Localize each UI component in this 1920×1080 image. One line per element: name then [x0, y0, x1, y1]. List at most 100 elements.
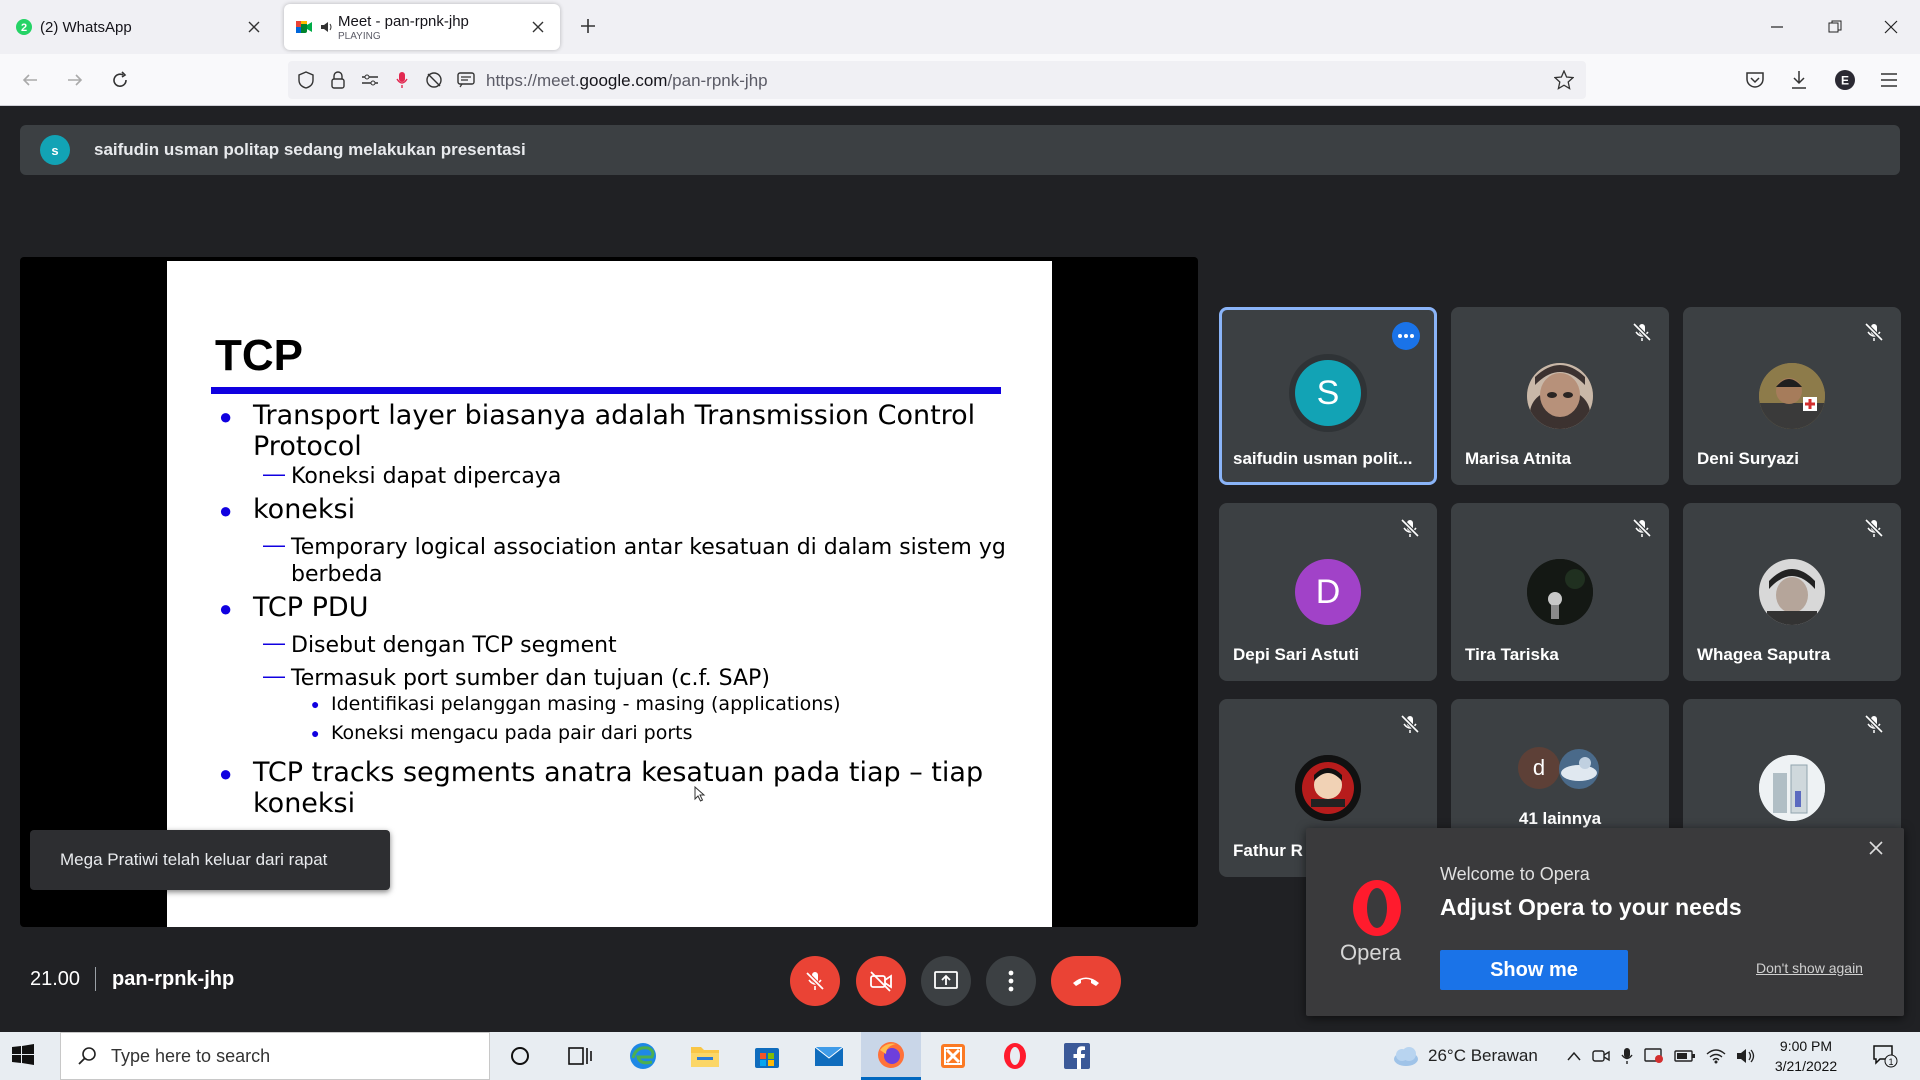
- reload-button[interactable]: [106, 66, 134, 94]
- avatar: [1295, 755, 1361, 821]
- close-icon[interactable]: [528, 17, 548, 37]
- clock-time: 9:00 PM: [1779, 1038, 1833, 1054]
- leave-call-button[interactable]: [1051, 956, 1121, 1006]
- bullet: ●: [311, 725, 320, 741]
- participant-tile[interactable]: Marisa Atnita: [1451, 307, 1669, 485]
- more-options-icon[interactable]: [1392, 322, 1420, 350]
- avatar: D: [1295, 559, 1361, 625]
- camera-off-icon[interactable]: [424, 70, 444, 90]
- menu-icon[interactable]: [1876, 67, 1902, 93]
- slide-title: TCP: [215, 331, 303, 380]
- minimize-button[interactable]: [1762, 12, 1792, 42]
- opera-icon[interactable]: [985, 1032, 1045, 1080]
- dont-show-again-link[interactable]: Don't show again: [1756, 960, 1863, 976]
- slide-line: Identifikasi pelanggan masing - masing (…: [331, 693, 841, 715]
- taskbar-clock[interactable]: 9:00 PM 3/21/2022: [1766, 1036, 1846, 1076]
- svg-text:E: E: [1841, 74, 1849, 88]
- more-options-button[interactable]: [986, 956, 1036, 1006]
- task-view-icon[interactable]: [550, 1032, 610, 1080]
- mic-toggle-button[interactable]: [790, 956, 840, 1006]
- participant-left-toast: Mega Pratiwi telah keluar dari rapat: [30, 830, 390, 890]
- url-text[interactable]: https://meet.google.com/pan-rpnk-jhp: [486, 71, 768, 91]
- microsoft-store-icon[interactable]: [737, 1032, 797, 1080]
- present-screen-icon: [934, 971, 958, 989]
- firefox-icon[interactable]: [861, 1032, 921, 1080]
- volume-icon[interactable]: [1736, 1048, 1756, 1064]
- shield-icon[interactable]: [296, 70, 316, 90]
- hang-up-icon: [1073, 977, 1099, 986]
- opera-logo-icon: [1342, 878, 1412, 938]
- window-close-button[interactable]: [1876, 12, 1906, 42]
- meeting-code: pan-rpnk-jhp: [112, 968, 235, 990]
- xampp-icon[interactable]: [923, 1032, 983, 1080]
- pocket-icon[interactable]: [1742, 67, 1768, 93]
- presentation-stage[interactable]: TCP ● Transport layer biasanya adalah Tr…: [20, 257, 1198, 927]
- bookmark-star-icon[interactable]: [1554, 70, 1574, 90]
- participant-tile[interactable]: Whagea Saputra: [1683, 503, 1901, 681]
- avatar: [1559, 749, 1599, 789]
- account-avatar[interactable]: E: [1832, 67, 1858, 93]
- participant-name: Tira Tariska: [1465, 645, 1559, 664]
- tab-meet[interactable]: Meet - pan-rpnk-jhp PLAYING: [284, 4, 560, 50]
- svg-text:2: 2: [21, 22, 27, 34]
- file-explorer-icon[interactable]: [675, 1032, 735, 1080]
- network-shield-icon[interactable]: [1644, 1047, 1664, 1065]
- restore-button[interactable]: [1820, 12, 1850, 42]
- back-button[interactable]: [16, 66, 44, 94]
- dash: —: [263, 461, 285, 486]
- participant-tile[interactable]: Tira Tariska: [1451, 503, 1669, 681]
- battery-icon[interactable]: [1674, 1049, 1696, 1063]
- chevron-up-icon[interactable]: [1566, 1050, 1582, 1062]
- notification-center-icon[interactable]: 1: [1872, 1044, 1898, 1068]
- mail-icon[interactable]: [799, 1032, 859, 1080]
- participant-tile[interactable]: Deni Suryazi: [1683, 307, 1901, 485]
- microphone-icon[interactable]: [392, 70, 412, 90]
- tab-whatsapp[interactable]: 2 (2) WhatsApp: [4, 4, 276, 50]
- windows-start-icon[interactable]: [12, 1044, 36, 1068]
- new-tab-button[interactable]: [576, 14, 600, 38]
- mic-off-icon: [1863, 517, 1885, 539]
- facebook-icon[interactable]: [1047, 1032, 1107, 1080]
- microphone-icon[interactable]: [1620, 1047, 1634, 1065]
- meet-now-icon[interactable]: [1592, 1048, 1610, 1064]
- slide-line: Protocol: [253, 431, 362, 462]
- address-bar[interactable]: https://meet.google.com/pan-rpnk-jhp: [288, 61, 1586, 99]
- dash: —: [263, 532, 285, 557]
- camera-toggle-button[interactable]: [856, 956, 906, 1006]
- download-icon[interactable]: [1786, 67, 1812, 93]
- forward-button[interactable]: [61, 66, 89, 94]
- speaker-icon[interactable]: [320, 20, 334, 34]
- divider: [95, 967, 96, 991]
- slide-line: Transport layer biasanya adalah Transmis…: [253, 400, 976, 431]
- wifi-icon[interactable]: [1706, 1048, 1726, 1064]
- presenting-banner: s saifudin usman politap sedang melakuka…: [20, 125, 1900, 175]
- bullet: ●: [219, 404, 233, 429]
- slide-line: Koneksi mengacu pada pair dari ports: [331, 722, 693, 744]
- tab-title: Meet - pan-rpnk-jhp: [338, 12, 469, 30]
- taskbar-search-box[interactable]: Type here to search: [60, 1032, 490, 1080]
- close-icon[interactable]: [244, 17, 264, 37]
- permissions-icon[interactable]: [360, 70, 380, 90]
- mic-off-icon: [1399, 517, 1421, 539]
- participant-tile[interactable]: D Depi Sari Astuti: [1219, 503, 1437, 681]
- weather-widget[interactable]: 26°C Berawan: [1390, 1032, 1538, 1080]
- lock-icon[interactable]: [328, 70, 348, 90]
- cortana-icon[interactable]: [490, 1032, 550, 1080]
- search-placeholder: Type here to search: [111, 1045, 271, 1066]
- edge-icon[interactable]: [613, 1032, 673, 1080]
- participant-name: Depi Sari Astuti: [1233, 645, 1359, 664]
- bullet: ●: [219, 498, 233, 523]
- participant-tile[interactable]: S saifudin usman polit...: [1219, 307, 1437, 485]
- bullet: ●: [219, 761, 233, 786]
- avatar: [1527, 363, 1593, 429]
- opera-welcome: Welcome to Opera: [1440, 864, 1590, 884]
- camera-off-icon: [870, 971, 892, 992]
- close-icon[interactable]: [1868, 840, 1888, 860]
- page-info-icon[interactable]: [456, 70, 476, 90]
- bullet: ●: [311, 696, 320, 712]
- present-screen-button[interactable]: [921, 956, 971, 1006]
- weather-text: 26°C Berawan: [1428, 1046, 1538, 1065]
- meeting-time: 21.00: [30, 968, 81, 990]
- slide-line: Termasuk port sumber dan tujuan (c.f. SA…: [291, 666, 770, 691]
- show-me-button[interactable]: Show me: [1440, 950, 1628, 990]
